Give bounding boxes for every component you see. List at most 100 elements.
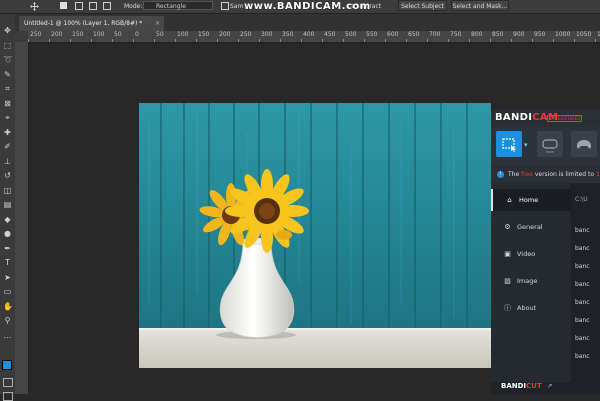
add-selection-icon[interactable] (75, 2, 83, 10)
document-tab-title: Untitled-1 @ 100% (Layer 1, RGB/8#) * (24, 20, 143, 27)
path-select-tool-icon[interactable]: ➤ (3, 273, 12, 282)
new-selection-icon[interactable] (60, 2, 67, 9)
sidebar-item-video[interactable]: ▣ Video (491, 243, 571, 265)
bandicam-header: BANDICAM UNREGISTERED (491, 110, 600, 127)
sidebar-item-about[interactable]: ⓘ About (491, 297, 571, 319)
sample-all-checkbox[interactable] (221, 2, 229, 10)
close-icon[interactable]: × (155, 16, 160, 31)
pen-tool-icon[interactable]: ✒ (3, 244, 12, 253)
select-subject-button[interactable]: Select Subject (398, 0, 447, 11)
ruler-label: 550 (366, 31, 378, 38)
ruler-label: 200 (219, 31, 231, 38)
sample-label: Sam (230, 3, 244, 10)
free-version-notice: ! The free version is limited to 1 (491, 166, 600, 183)
quick-mask-icon[interactable] (3, 378, 13, 387)
stamp-tool-icon[interactable]: ⊥ (3, 157, 12, 166)
file-list-item[interactable]: banc (575, 335, 600, 342)
ruler-tick (196, 39, 197, 42)
ruler-label: 400 (303, 31, 315, 38)
ruler-tick (343, 39, 344, 42)
sidebar-item-home[interactable]: ⌂ Home (491, 189, 573, 211)
brush-tool-icon[interactable]: ✐ (3, 142, 12, 151)
device-record-mode-button[interactable] (571, 131, 597, 157)
screen-mode-icon[interactable] (3, 392, 13, 401)
quick-select-tool-icon[interactable]: ✎ (3, 70, 12, 79)
ruler-tick (553, 39, 554, 42)
crop-tool-icon[interactable]: ⌗ (3, 84, 12, 93)
gamepad-icon: HDMI (542, 139, 558, 154)
ruler-label: 1050 (576, 31, 592, 38)
ruler-label: 800 (471, 31, 483, 38)
shape-tool-icon[interactable]: ▭ (3, 287, 12, 296)
info-icon: ⓘ (504, 304, 511, 312)
capture-mode-bar: ▾ HDMI (491, 127, 600, 166)
file-list-item[interactable]: banc (575, 317, 600, 324)
ruler-label: 600 (387, 31, 399, 38)
marquee-tool-icon[interactable]: ⬚ (3, 41, 12, 50)
mode-value: Rectangle (156, 3, 186, 10)
ruler-tick (238, 39, 239, 42)
foreground-color-swatch[interactable] (2, 360, 12, 370)
output-folder-path[interactable]: C:\U (575, 196, 588, 203)
image-icon: ▨ (504, 277, 511, 285)
chevron-down-icon[interactable]: ▾ (524, 141, 528, 149)
mode-dropdown[interactable]: Rectangle (143, 1, 213, 10)
ruler-tick (175, 39, 176, 42)
ruler-label: 100 (177, 31, 189, 38)
ruler-tick (448, 39, 449, 42)
ruler-tick (301, 39, 302, 42)
bandicut-link[interactable]: BANDICUT ↗ (501, 382, 552, 390)
lasso-tool-icon[interactable]: ➰ (3, 55, 13, 64)
subtract-selection-icon[interactable] (89, 2, 97, 10)
move-tool-icon[interactable]: ✥ (3, 26, 12, 35)
file-list-item[interactable]: banc (575, 227, 600, 234)
vertical-ruler (15, 42, 29, 394)
blur-tool-icon[interactable]: ◆ (3, 215, 12, 224)
file-list-item[interactable]: banc (575, 353, 600, 360)
ruler-tick (91, 39, 92, 42)
sidebar-item-general[interactable]: ⚙ General (491, 216, 571, 238)
gradient-tool-icon[interactable]: ▤ (3, 200, 12, 209)
game-record-mode-button[interactable]: HDMI (537, 131, 563, 157)
ruler-tick (280, 39, 281, 42)
ruler-tick (133, 39, 134, 42)
eraser-tool-icon[interactable]: ◫ (3, 186, 12, 195)
ruler-label: 700 (429, 31, 441, 38)
video-icon: ▣ (504, 250, 511, 258)
ruler-label: 1000 (555, 31, 571, 38)
type-tool-icon[interactable]: T (3, 258, 12, 267)
ruler-label: 900 (513, 31, 525, 38)
horizontal-ruler: 250 200 150 100 50 0 50 100 150 200 250 300 350 400 45… (28, 31, 600, 43)
history-brush-tool-icon[interactable]: ↺ (3, 171, 12, 180)
dodge-tool-icon[interactable]: ● (3, 229, 12, 238)
file-list-item[interactable]: banc (575, 299, 600, 306)
gear-icon: ⚙ (504, 223, 511, 231)
frame-tool-icon[interactable]: ⊠ (3, 99, 12, 108)
hand-tool-icon[interactable]: ✋ (3, 302, 13, 311)
zoom-tool-icon[interactable]: ⚲ (3, 316, 12, 325)
document-tab[interactable]: Untitled-1 @ 100% (Layer 1, RGB/8#) * × (19, 16, 164, 31)
ruler-tick (511, 39, 512, 42)
healing-tool-icon[interactable]: ✚ (3, 128, 12, 137)
more-tool-icon[interactable]: … (3, 331, 12, 340)
eyedropper-tool-icon[interactable]: ⌖ (3, 113, 12, 122)
sunflower-vase-photo (139, 103, 491, 368)
move-icon[interactable] (30, 2, 39, 11)
file-list-item[interactable]: banc (575, 281, 600, 288)
sidebar-item-image[interactable]: ▨ Image (491, 270, 571, 292)
file-list-item[interactable]: banc (575, 263, 600, 270)
ruler-label: 150 (72, 31, 84, 38)
canvas-image[interactable] (139, 103, 491, 368)
intersect-selection-icon[interactable] (103, 2, 111, 10)
screen-record-mode-button[interactable] (496, 131, 522, 157)
file-list-item[interactable]: banc (575, 245, 600, 252)
ruler-label: 450 (324, 31, 336, 38)
ruler-tick (469, 39, 470, 42)
ruler-label: 250 (30, 31, 42, 38)
controller-icon (577, 140, 591, 149)
ruler-tick (49, 39, 50, 42)
ruler-tick (385, 39, 386, 42)
ruler-label: 200 (51, 31, 63, 38)
ruler-tick (259, 39, 260, 42)
select-and-mask-button[interactable]: Select and Mask... (451, 0, 509, 11)
